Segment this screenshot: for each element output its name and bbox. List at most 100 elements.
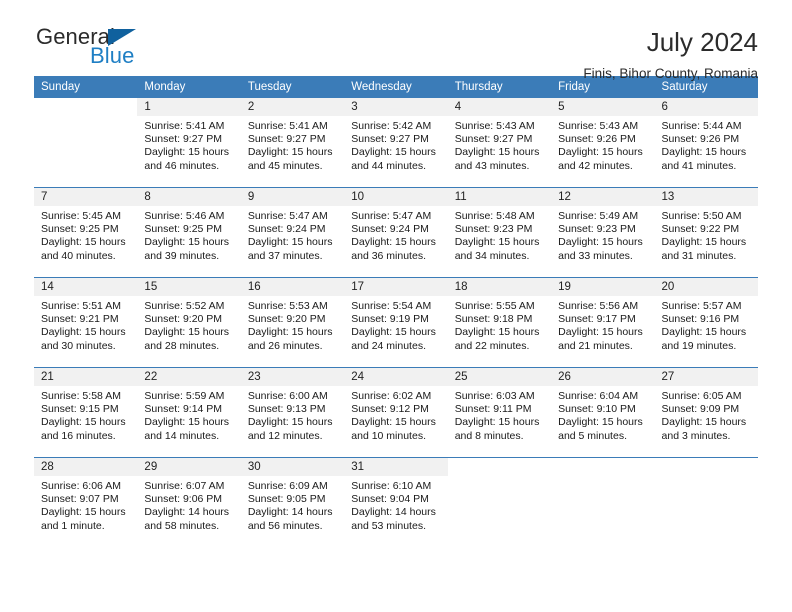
daylight-duration-line1: Daylight: 15 hours bbox=[558, 146, 643, 159]
day-sun-info: Sunrise: 5:50 AM Sunset: 9:22 PM Daylight:… bbox=[655, 206, 758, 263]
day-number: 8 bbox=[137, 188, 241, 206]
daylight-duration-line2: and 22 minutes. bbox=[454, 339, 530, 352]
day-cell[interactable]: 14 Sunrise: 5:51 AM Sunset: 9:21 PM Dayligh… bbox=[34, 277, 138, 368]
day-cell[interactable]: 27 Sunrise: 6:05 AM Sunset: 9:09 PM Dayligh… bbox=[654, 367, 758, 458]
daylight-duration-line1: Daylight: 15 hours bbox=[41, 416, 126, 429]
sunrise-time: Sunrise: 5:41 AM bbox=[144, 120, 225, 132]
day-number: 29 bbox=[137, 458, 241, 476]
day-cell[interactable]: 29 Sunrise: 6:07 AM Sunset: 9:06 PM Dayligh… bbox=[137, 457, 241, 547]
day-number: 12 bbox=[551, 188, 655, 206]
day-cell[interactable]: 23 Sunrise: 6:00 AM Sunset: 9:13 PM Dayligh… bbox=[240, 367, 345, 458]
sunset-time: Sunset: 9:26 PM bbox=[558, 133, 636, 146]
daylight-duration-line1: Daylight: 15 hours bbox=[247, 416, 333, 429]
day-number: 13 bbox=[654, 188, 758, 206]
sunset-time: Sunset: 9:27 PM bbox=[454, 133, 533, 146]
daylight-duration-line2: and 26 minutes. bbox=[247, 339, 323, 352]
day-sun-info: Sunrise: 6:07 AM Sunset: 9:06 PM Daylight:… bbox=[137, 476, 240, 533]
weekday-header-thursday: Thursday bbox=[447, 76, 552, 98]
day-cell-empty bbox=[654, 457, 758, 547]
calendar-week-row: 1 Sunrise: 5:41 AM Sunset: 9:27 PM Daylight… bbox=[34, 98, 758, 188]
sunset-time: Sunset: 9:24 PM bbox=[247, 223, 326, 236]
sunset-time: Sunset: 9:10 PM bbox=[558, 403, 636, 416]
daylight-duration-line2: and 3 minutes. bbox=[661, 429, 731, 442]
day-sun-info: Sunrise: 6:00 AM Sunset: 9:13 PM Daylight:… bbox=[241, 386, 344, 443]
sunset-time: Sunset: 9:15 PM bbox=[41, 403, 119, 416]
daylight-duration-line1: Daylight: 15 hours bbox=[144, 236, 230, 249]
sunrise-time: Sunrise: 5:54 AM bbox=[351, 300, 432, 312]
sunset-time: Sunset: 9:24 PM bbox=[351, 223, 429, 236]
daylight-duration-line2: and 39 minutes. bbox=[144, 249, 220, 262]
daylight-duration-line1: Daylight: 15 hours bbox=[454, 146, 540, 159]
day-cell[interactable]: 16 Sunrise: 5:53 AM Sunset: 9:20 PM Dayligh… bbox=[240, 277, 345, 368]
day-cell[interactable]: 11 Sunrise: 5:48 AM Sunset: 9:23 PM Dayligh… bbox=[447, 187, 552, 278]
daylight-duration-line2: and 33 minutes. bbox=[558, 249, 633, 262]
logo-text-blue: Blue bbox=[90, 43, 135, 68]
day-sun-info: Sunrise: 5:54 AM Sunset: 9:19 PM Daylight:… bbox=[344, 296, 447, 353]
calendar-table: Sunday Monday Tuesday Wednesday Thursday… bbox=[34, 76, 758, 547]
day-number: 2 bbox=[240, 98, 345, 116]
day-cell[interactable]: 20 Sunrise: 5:57 AM Sunset: 9:16 PM Dayligh… bbox=[654, 277, 758, 368]
daylight-duration-line1: Daylight: 15 hours bbox=[144, 416, 230, 429]
sunset-time: Sunset: 9:20 PM bbox=[247, 313, 326, 326]
day-cell[interactable]: 13 Sunrise: 5:50 AM Sunset: 9:22 PM Dayligh… bbox=[654, 187, 758, 278]
day-number: 9 bbox=[240, 188, 345, 206]
day-cell[interactable]: 9 Sunrise: 5:47 AM Sunset: 9:24 PM Daylight… bbox=[240, 187, 345, 278]
day-cell[interactable]: 7 Sunrise: 5:45 AM Sunset: 9:25 PM Daylight… bbox=[34, 187, 138, 278]
daylight-duration-line1: Daylight: 15 hours bbox=[558, 326, 643, 339]
day-cell[interactable]: 15 Sunrise: 5:52 AM Sunset: 9:20 PM Dayligh… bbox=[137, 277, 241, 368]
daylight-duration-line2: and 24 minutes. bbox=[351, 339, 426, 352]
day-cell[interactable]: 30 Sunrise: 6:09 AM Sunset: 9:05 PM Dayligh… bbox=[240, 457, 345, 547]
day-cell[interactable]: 19 Sunrise: 5:56 AM Sunset: 9:17 PM Dayligh… bbox=[551, 277, 655, 368]
day-sun-info: Sunrise: 5:56 AM Sunset: 9:17 PM Daylight:… bbox=[551, 296, 654, 353]
day-cell[interactable]: 6 Sunrise: 5:44 AM Sunset: 9:26 PM Daylight… bbox=[654, 98, 758, 188]
day-number: 22 bbox=[137, 368, 241, 386]
day-number: 1 bbox=[137, 98, 241, 116]
day-cell[interactable]: 8 Sunrise: 5:46 AM Sunset: 9:25 PM Daylight… bbox=[137, 187, 241, 278]
day-number: 24 bbox=[344, 368, 448, 386]
day-cell[interactable]: 31 Sunrise: 6:10 AM Sunset: 9:04 PM Dayligh… bbox=[344, 457, 448, 547]
sunrise-time: Sunrise: 5:53 AM bbox=[247, 300, 328, 312]
day-sun-info: Sunrise: 6:06 AM Sunset: 9:07 PM Daylight:… bbox=[34, 476, 137, 533]
day-cell[interactable]: 18 Sunrise: 5:55 AM Sunset: 9:18 PM Dayligh… bbox=[447, 277, 552, 368]
day-number: 11 bbox=[447, 188, 552, 206]
calendar-week-row: 7 Sunrise: 5:45 AM Sunset: 9:25 PM Daylight… bbox=[34, 187, 758, 278]
sunset-time: Sunset: 9:27 PM bbox=[144, 133, 223, 146]
daylight-duration-line2: and 34 minutes. bbox=[454, 249, 530, 262]
sunrise-time: Sunrise: 5:59 AM bbox=[144, 390, 225, 402]
sunrise-time: Sunrise: 5:44 AM bbox=[661, 120, 742, 132]
sunrise-time: Sunrise: 5:50 AM bbox=[661, 210, 742, 222]
daylight-duration-line1: Daylight: 15 hours bbox=[661, 326, 747, 339]
day-cell[interactable]: 5 Sunrise: 5:43 AM Sunset: 9:26 PM Daylight… bbox=[551, 98, 655, 188]
sunrise-time: Sunrise: 5:41 AM bbox=[247, 120, 328, 132]
daylight-duration-line2: and 53 minutes. bbox=[351, 519, 426, 532]
day-number: 23 bbox=[240, 368, 345, 386]
day-number bbox=[34, 98, 137, 116]
day-cell[interactable]: 17 Sunrise: 5:54 AM Sunset: 9:19 PM Dayligh… bbox=[344, 277, 448, 368]
day-cell[interactable]: 21 Sunrise: 5:58 AM Sunset: 9:15 PM Dayligh… bbox=[34, 367, 138, 458]
day-cell[interactable]: 10 Sunrise: 5:47 AM Sunset: 9:24 PM Dayligh… bbox=[344, 187, 448, 278]
day-cell[interactable]: 26 Sunrise: 6:04 AM Sunset: 9:10 PM Dayligh… bbox=[551, 367, 655, 458]
day-cell[interactable]: 1 Sunrise: 5:41 AM Sunset: 9:27 PM Daylight… bbox=[137, 98, 241, 188]
day-sun-info: Sunrise: 5:58 AM Sunset: 9:15 PM Daylight:… bbox=[34, 386, 137, 443]
day-cell[interactable]: 28 Sunrise: 6:06 AM Sunset: 9:07 PM Dayligh… bbox=[34, 457, 138, 547]
day-cell[interactable]: 3 Sunrise: 5:42 AM Sunset: 9:27 PM Daylight… bbox=[344, 98, 448, 188]
day-cell[interactable]: 24 Sunrise: 6:02 AM Sunset: 9:12 PM Dayligh… bbox=[344, 367, 448, 458]
sunset-time: Sunset: 9:23 PM bbox=[558, 223, 636, 236]
sunset-time: Sunset: 9:04 PM bbox=[351, 493, 429, 506]
day-number bbox=[448, 458, 551, 476]
daylight-duration-line2: and 8 minutes. bbox=[454, 429, 524, 442]
daylight-duration-line2: and 37 minutes. bbox=[247, 249, 323, 262]
day-cell[interactable]: 2 Sunrise: 5:41 AM Sunset: 9:27 PM Daylight… bbox=[240, 98, 345, 188]
sunrise-time: Sunrise: 5:45 AM bbox=[41, 210, 121, 222]
day-cell[interactable]: 25 Sunrise: 6:03 AM Sunset: 9:11 PM Dayligh… bbox=[447, 367, 552, 458]
day-sun-info: Sunrise: 5:49 AM Sunset: 9:23 PM Daylight:… bbox=[551, 206, 654, 263]
day-sun-info: Sunrise: 5:41 AM Sunset: 9:27 PM Daylight:… bbox=[241, 116, 344, 173]
day-cell-empty bbox=[551, 457, 655, 547]
day-cell[interactable]: 12 Sunrise: 5:49 AM Sunset: 9:23 PM Dayligh… bbox=[551, 187, 655, 278]
day-cell[interactable]: 4 Sunrise: 5:43 AM Sunset: 9:27 PM Daylight… bbox=[447, 98, 552, 188]
day-sun-info: Sunrise: 5:47 AM Sunset: 9:24 PM Daylight:… bbox=[344, 206, 447, 263]
day-cell[interactable]: 22 Sunrise: 5:59 AM Sunset: 9:14 PM Dayligh… bbox=[137, 367, 241, 458]
daylight-duration-line2: and 41 minutes. bbox=[661, 159, 737, 172]
day-sun-info: Sunrise: 6:04 AM Sunset: 9:10 PM Daylight:… bbox=[551, 386, 654, 443]
daylight-duration-line1: Daylight: 15 hours bbox=[661, 146, 747, 159]
